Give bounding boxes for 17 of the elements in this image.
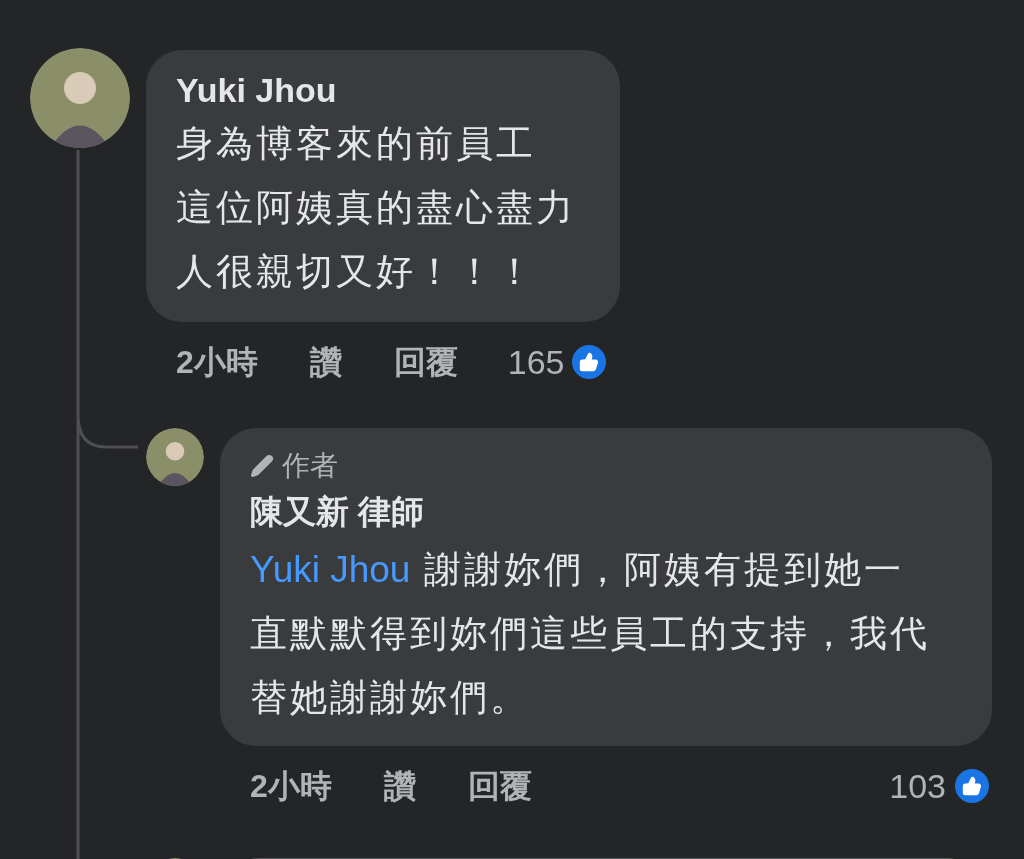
timestamp[interactable]: 2小時 xyxy=(176,346,258,378)
author-name[interactable]: 陳又新 律師 xyxy=(250,486,962,538)
reply-button[interactable]: 回覆 xyxy=(467,770,532,802)
mention-link[interactable]: Yuki Jhou xyxy=(250,549,411,590)
author-name[interactable]: Yuki Jhou xyxy=(176,68,590,112)
reaction-count: 165 xyxy=(507,345,565,379)
author-label: 作者 xyxy=(282,449,338,483)
reply-text: Yuki Jhou 謝謝妳們，阿姨有提到她一 直默默得到妳們這些員工的支持，我代 替她謝謝妳們。 xyxy=(250,548,931,720)
timestamp[interactable]: 2小時 xyxy=(250,770,332,802)
reaction-count: 103 xyxy=(889,769,946,803)
comment-text: 身為博客來的前員工 這位阿姨真的盡心盡力 人很親切又好！！！ xyxy=(176,122,577,294)
like-button[interactable]: 讚 xyxy=(383,770,416,802)
reply-button[interactable]: 回覆 xyxy=(393,346,458,378)
pencil-icon xyxy=(250,454,274,478)
like-button[interactable]: 讚 xyxy=(309,346,342,378)
avatar[interactable] xyxy=(146,428,204,486)
avatar[interactable] xyxy=(30,48,130,148)
